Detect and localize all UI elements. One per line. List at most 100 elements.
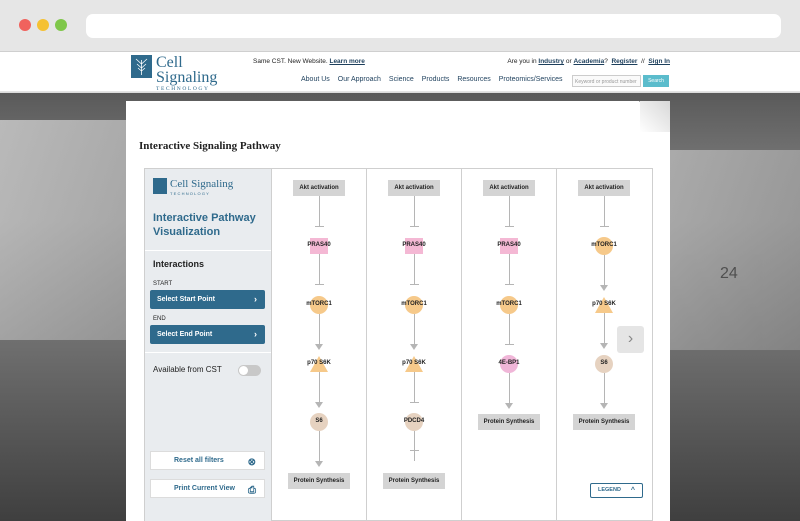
column-divider bbox=[271, 169, 272, 521]
register-link[interactable]: Register bbox=[611, 58, 637, 65]
activation-line bbox=[509, 373, 510, 403]
nav-proteomics-services[interactable]: Proteomics/Services bbox=[499, 76, 563, 83]
academia-link[interactable]: Academia bbox=[573, 58, 604, 65]
divider bbox=[145, 352, 271, 353]
node-protein-synthesis[interactable]: Protein Synthesis bbox=[383, 473, 445, 489]
nav-about-us[interactable]: About Us bbox=[301, 76, 330, 83]
activation-line bbox=[319, 372, 320, 402]
select-end-label: Select End Point bbox=[157, 331, 213, 338]
sidebar-logo: Cell Signaling TECHNOLOGY bbox=[153, 178, 253, 196]
node-akt-activation[interactable]: Akt activation bbox=[578, 180, 630, 196]
search-input[interactable]: Keyword or product number bbox=[572, 75, 641, 87]
node-akt-activation[interactable]: Akt activation bbox=[388, 180, 440, 196]
arrow-head bbox=[315, 344, 323, 350]
column-divider bbox=[556, 169, 557, 521]
sidebar-heading: Interactive Pathway Visualization bbox=[153, 212, 256, 238]
promo-banner: Same CST. New Website. Learn more bbox=[253, 58, 365, 65]
node-pras40: PRAS40 bbox=[402, 242, 426, 248]
sidebar-logo-line1: Cell Signaling bbox=[170, 178, 234, 190]
inhibit-bar bbox=[410, 284, 419, 285]
node-akt-activation[interactable]: Akt activation bbox=[483, 180, 535, 196]
inhibit-line bbox=[414, 431, 415, 461]
end-label: END bbox=[153, 316, 166, 322]
reset-filters-button[interactable]: Reset all filters ⊗ bbox=[150, 451, 265, 470]
close-window-icon[interactable] bbox=[19, 19, 31, 31]
start-label: START bbox=[153, 281, 173, 287]
maximize-window-icon[interactable] bbox=[55, 19, 67, 31]
industry-link[interactable]: Industry bbox=[538, 58, 564, 65]
print-label: Print Current View bbox=[174, 485, 235, 492]
column-divider bbox=[461, 169, 462, 521]
inhibit-line bbox=[319, 196, 320, 226]
legend-label: LEGEND bbox=[598, 487, 621, 493]
inhibit-line bbox=[319, 254, 320, 284]
arrow-head bbox=[315, 461, 323, 467]
chevron-right-icon: › bbox=[254, 329, 257, 339]
inhibit-bar bbox=[410, 450, 419, 451]
inhibit-line bbox=[509, 196, 510, 226]
node-s6: S6 bbox=[315, 418, 323, 424]
logo-line1: Cell Signaling bbox=[156, 54, 218, 86]
inhibit-line bbox=[509, 254, 510, 284]
node-mtorc1: mTORC1 bbox=[591, 242, 617, 248]
sidebar-logo-line2: TECHNOLOGY bbox=[170, 191, 211, 196]
activation-line bbox=[604, 313, 605, 343]
browser-chrome bbox=[0, 0, 800, 52]
reset-label: Reset all filters bbox=[174, 457, 224, 464]
close-circle-icon: ⊗ bbox=[247, 457, 256, 468]
arrow-head bbox=[600, 285, 608, 291]
node-pdcd4: PDCD4 bbox=[403, 418, 425, 424]
inhibit-line bbox=[414, 372, 415, 402]
inhibit-bar bbox=[600, 226, 609, 227]
print-view-button[interactable]: Print Current View ⎙ bbox=[150, 479, 265, 498]
node-mtorc1: mTORC1 bbox=[496, 301, 522, 307]
question-mark: ? bbox=[604, 58, 608, 65]
node-protein-synthesis[interactable]: Protein Synthesis bbox=[478, 414, 540, 430]
inhibit-bar bbox=[410, 226, 419, 227]
node-akt-activation[interactable]: Akt activation bbox=[293, 180, 345, 196]
next-page-button[interactable]: › bbox=[617, 326, 644, 353]
divider bbox=[145, 250, 271, 251]
arrow-head bbox=[505, 403, 513, 409]
node-p70-s6k: p70 S6K bbox=[402, 360, 426, 366]
node-mtorc1: mTORC1 bbox=[306, 301, 332, 307]
site-logo[interactable]: Cell Signaling TECHNOLOGY bbox=[131, 55, 245, 92]
site-header bbox=[0, 52, 800, 92]
inhibit-bar bbox=[315, 226, 324, 227]
node-s6: S6 bbox=[600, 360, 608, 366]
select-start-point-button[interactable]: Select Start Point › bbox=[150, 290, 265, 309]
search-button[interactable]: Search bbox=[643, 75, 669, 87]
node-protein-synthesis[interactable]: Protein Synthesis bbox=[573, 414, 635, 430]
nav-resources[interactable]: Resources bbox=[457, 76, 490, 83]
node-pras40: PRAS40 bbox=[307, 242, 331, 248]
arrow-head bbox=[410, 344, 418, 350]
legend-button[interactable]: LEGEND ^ bbox=[590, 483, 643, 498]
inhibit-line bbox=[414, 196, 415, 226]
interactions-heading: Interactions bbox=[153, 259, 205, 269]
available-toggle[interactable] bbox=[238, 365, 261, 376]
select-end-point-button[interactable]: Select End Point › bbox=[150, 325, 265, 344]
background-calendar: 24 bbox=[670, 150, 800, 350]
node-protein-synthesis[interactable]: Protein Synthesis bbox=[288, 473, 350, 489]
arrow-head bbox=[315, 402, 323, 408]
column-divider bbox=[366, 169, 367, 521]
chevron-up-icon: ^ bbox=[630, 487, 635, 494]
nav-products[interactable]: Products bbox=[422, 76, 450, 83]
minimize-window-icon[interactable] bbox=[37, 19, 49, 31]
select-start-label: Select Start Point bbox=[157, 296, 215, 303]
nav-science[interactable]: Science bbox=[389, 76, 414, 83]
nav-our-approach[interactable]: Our Approach bbox=[338, 76, 381, 83]
learn-more-link[interactable]: Learn more bbox=[329, 58, 364, 65]
inhibit-line bbox=[509, 314, 510, 344]
node-mtorc1: mTORC1 bbox=[401, 301, 427, 307]
inhibit-bar bbox=[410, 402, 419, 403]
inhibit-bar bbox=[315, 284, 324, 285]
activation-line bbox=[604, 255, 605, 285]
activation-line bbox=[604, 373, 605, 403]
activation-line bbox=[319, 431, 320, 461]
sign-in-link[interactable]: Sign In bbox=[648, 58, 670, 65]
available-label: Available from CST bbox=[153, 365, 222, 374]
node-pras40: PRAS40 bbox=[497, 242, 521, 248]
address-bar[interactable] bbox=[86, 14, 781, 38]
chevron-right-icon: › bbox=[254, 294, 257, 304]
